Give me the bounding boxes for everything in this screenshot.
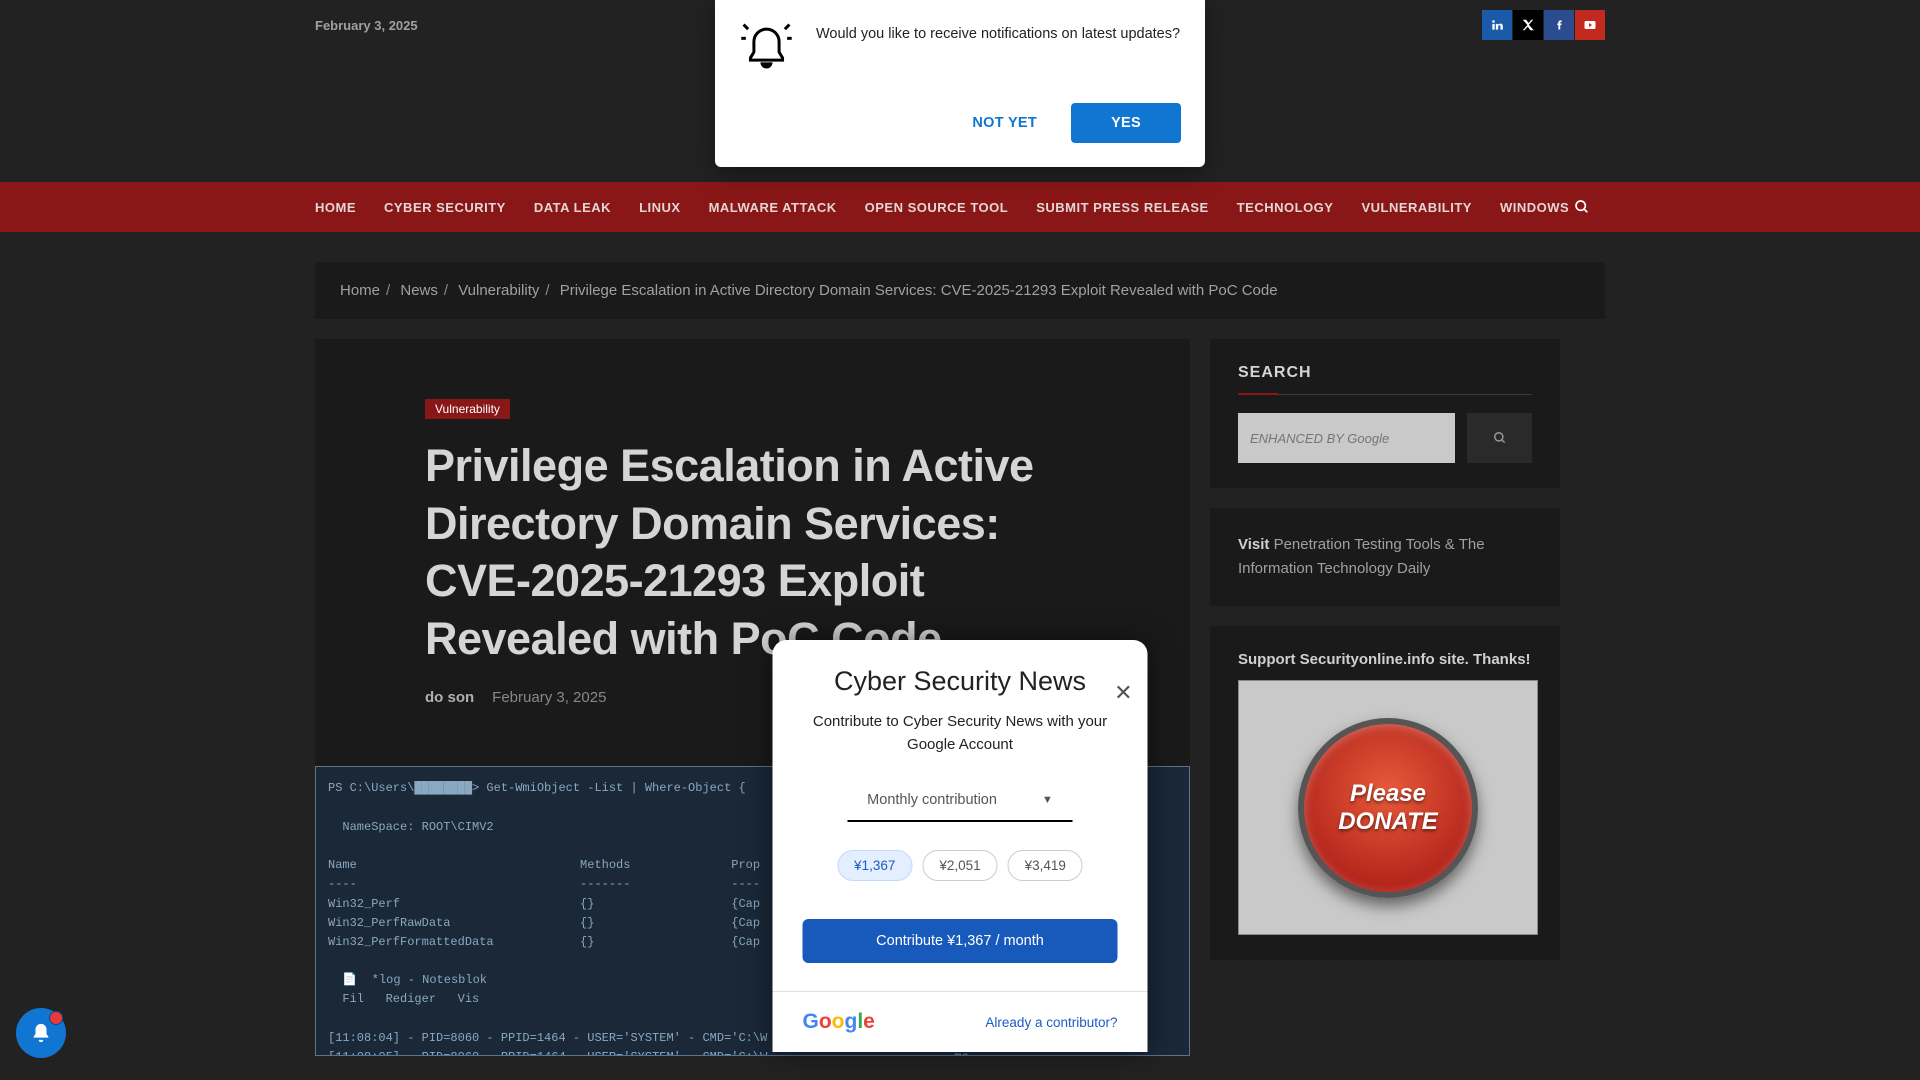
breadcrumb-news[interactable]: News: [400, 282, 438, 299]
nav-vulnerability[interactable]: VULNERABILITY: [1361, 200, 1472, 215]
notification-permission-modal: Would you like to receive notifications …: [715, 0, 1205, 167]
breadcrumb-current: Privilege Escalation in Active Directory…: [560, 282, 1278, 299]
contribute-amount-2[interactable]: ¥2,051: [922, 850, 997, 881]
nav-windows[interactable]: WINDOWS: [1500, 200, 1569, 215]
facebook-icon[interactable]: [1544, 10, 1574, 40]
donate-button[interactable]: Please DONATE: [1298, 718, 1478, 898]
nav-cyber-security[interactable]: CYBER SECURITY: [384, 200, 506, 215]
contribute-modal: ✕ Cyber Security News Contribute to Cybe…: [773, 640, 1148, 1052]
contribute-amount-1[interactable]: ¥1,367: [837, 850, 912, 881]
category-tag[interactable]: Vulnerability: [425, 399, 510, 419]
chevron-down-icon: ▼: [1042, 794, 1053, 806]
notification-bell-bubble[interactable]: [16, 1008, 66, 1058]
linkedin-icon[interactable]: [1482, 10, 1512, 40]
youtube-icon[interactable]: [1575, 10, 1605, 40]
notification-not-yet-button[interactable]: NOT YET: [950, 103, 1059, 143]
article-title: Privilege Escalation in Active Directory…: [425, 437, 1080, 667]
nav-linux[interactable]: LINUX: [639, 200, 681, 215]
search-icon: [1493, 431, 1507, 445]
contribute-frequency-label: Monthly contribution: [867, 792, 997, 808]
already-contributor-link[interactable]: Already a contributor?: [985, 1015, 1117, 1030]
search-widget-title: SEARCH: [1238, 364, 1532, 395]
visit-links[interactable]: Penetration Testing Tools & The Informat…: [1238, 536, 1485, 577]
contribute-subtitle: Contribute to Cyber Security News with y…: [803, 711, 1118, 756]
nav-submit-press-release[interactable]: SUBMIT PRESS RELEASE: [1036, 200, 1209, 215]
contribute-title: Cyber Security News: [803, 664, 1118, 699]
visit-label: Visit: [1238, 536, 1269, 553]
breadcrumb-category[interactable]: Vulnerability: [458, 282, 539, 299]
breadcrumb-home[interactable]: Home: [340, 282, 380, 299]
top-date: February 3, 2025: [315, 18, 418, 33]
contribute-amount-3[interactable]: ¥3,419: [1008, 850, 1083, 881]
nav-technology[interactable]: TECHNOLOGY: [1237, 200, 1334, 215]
breadcrumb: Home/ News/ Vulnerability/ Privilege Esc…: [340, 282, 1580, 299]
article-date: February 3, 2025: [492, 689, 606, 706]
donate-image[interactable]: Please DONATE: [1238, 680, 1538, 935]
bell-icon: [30, 1022, 52, 1044]
support-text: Support Securityonline.info site. Thanks…: [1238, 651, 1532, 668]
article-author[interactable]: do son: [425, 689, 474, 706]
social-icons: [1482, 10, 1605, 40]
notification-prompt-text: Would you like to receive notifications …: [816, 20, 1180, 45]
notification-yes-button[interactable]: YES: [1071, 103, 1181, 143]
nav-home[interactable]: HOME: [315, 200, 356, 215]
search-input[interactable]: [1238, 413, 1455, 463]
visit-widget-text: Visit Penetration Testing Tools & The In…: [1238, 533, 1532, 581]
contribute-submit-button[interactable]: Contribute ¥1,367 / month: [803, 919, 1118, 963]
notification-bell-icon: [739, 20, 794, 75]
nav-malware-attack[interactable]: MALWARE ATTACK: [709, 200, 837, 215]
search-button[interactable]: [1467, 413, 1532, 463]
google-logo: Google: [803, 1010, 875, 1034]
twitter-x-icon[interactable]: [1513, 10, 1543, 40]
contribute-frequency-select[interactable]: Monthly contribution ▼: [847, 780, 1073, 822]
nav-data-leak[interactable]: DATA LEAK: [534, 200, 611, 215]
contribute-close-button[interactable]: ✕: [1114, 680, 1132, 706]
nav-search-icon[interactable]: [1574, 199, 1590, 215]
nav-open-source-tool[interactable]: OPEN SOURCE TOOL: [865, 200, 1009, 215]
